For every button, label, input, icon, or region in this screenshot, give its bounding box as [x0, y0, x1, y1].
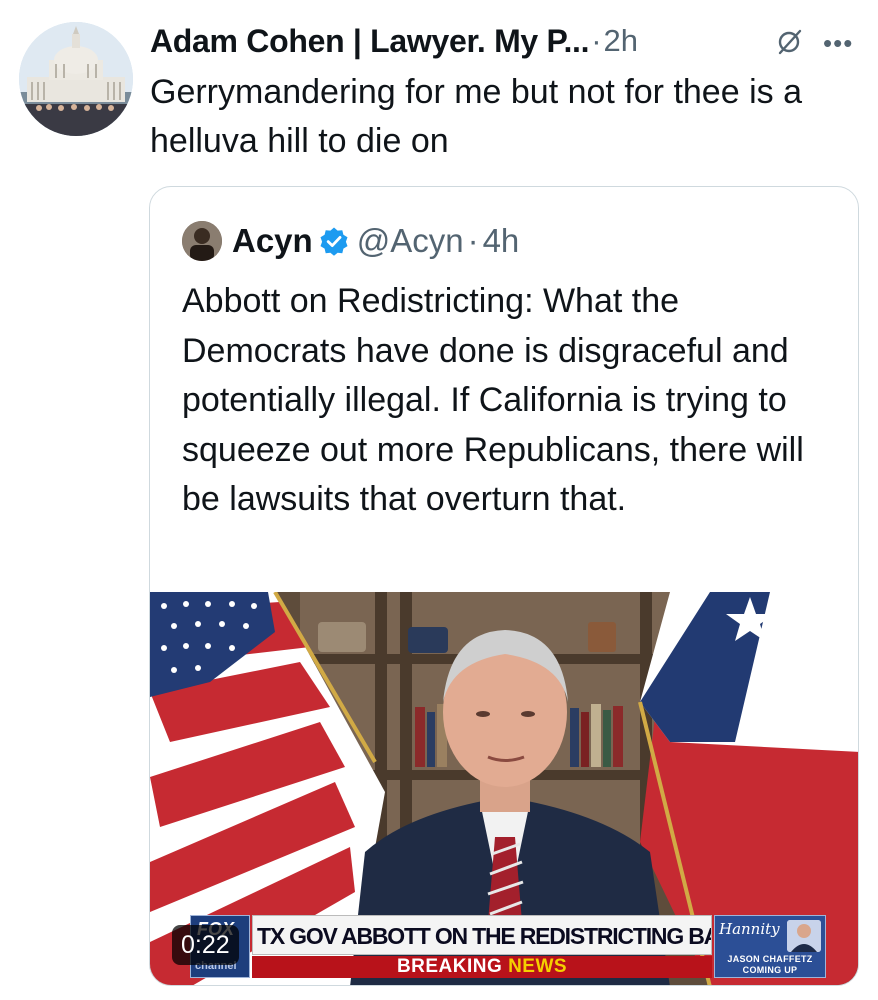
- quote-author-name[interactable]: Acyn: [232, 222, 313, 260]
- quote-author-handle[interactable]: @Acyn: [357, 222, 464, 260]
- upnext-name: JASON CHAFFETZ: [727, 954, 813, 964]
- more-options-icon[interactable]: •••: [823, 28, 853, 59]
- verified-badge-icon: [320, 227, 348, 256]
- chyron-news-word: NEWS: [508, 956, 568, 977]
- video-player[interactable]: FOX channel TX GOV ABBOTT ON THE REDISTR…: [150, 592, 858, 985]
- show-bug: Hannity JASON CHAFFETZ COMING UP: [714, 915, 826, 978]
- video-duration-badge: 0:22: [172, 925, 239, 965]
- chyron-headline: TX GOV ABBOTT ON THE REDISTRICTING BATTL…: [252, 915, 712, 955]
- upnext-caption: JASON CHAFFETZ COMING UP: [717, 954, 823, 976]
- upnext-label: COMING UP: [742, 965, 798, 975]
- upnext-person-thumbnail: [787, 920, 821, 952]
- tweet-header: Adam Cohen | Lawyer. My P... · 2h •••: [150, 20, 860, 62]
- author-display-name[interactable]: Adam Cohen | Lawyer. My P...: [150, 23, 590, 60]
- show-name: Hannity: [719, 920, 780, 938]
- news-chyron: FOX channel TX GOV ABBOTT ON THE REDISTR…: [190, 912, 858, 980]
- tweet-timestamp[interactable]: 2h: [604, 23, 638, 59]
- quote-timestamp[interactable]: 4h: [483, 222, 520, 260]
- quote-text: Abbott on Redistricting: What the Democr…: [182, 282, 804, 518]
- quote-separator: ·: [467, 222, 479, 259]
- capitol-building-avatar[interactable]: [19, 22, 133, 136]
- chyron-breaking-word: BREAKING: [396, 956, 503, 977]
- chyron-breaking-news: BREAKING NEWS: [252, 956, 712, 978]
- quote-author-avatar[interactable]: [182, 221, 222, 261]
- quoted-tweet-card[interactable]: Acyn @Acyn · 4h Abbott on Redistricting:…: [149, 186, 859, 986]
- quote-header: Acyn @Acyn · 4h: [182, 221, 519, 261]
- muted-icon[interactable]: [773, 26, 805, 58]
- tweet-separator: ·: [591, 23, 602, 58]
- tweet-text: Gerrymandering for me but not for thee i…: [150, 73, 802, 160]
